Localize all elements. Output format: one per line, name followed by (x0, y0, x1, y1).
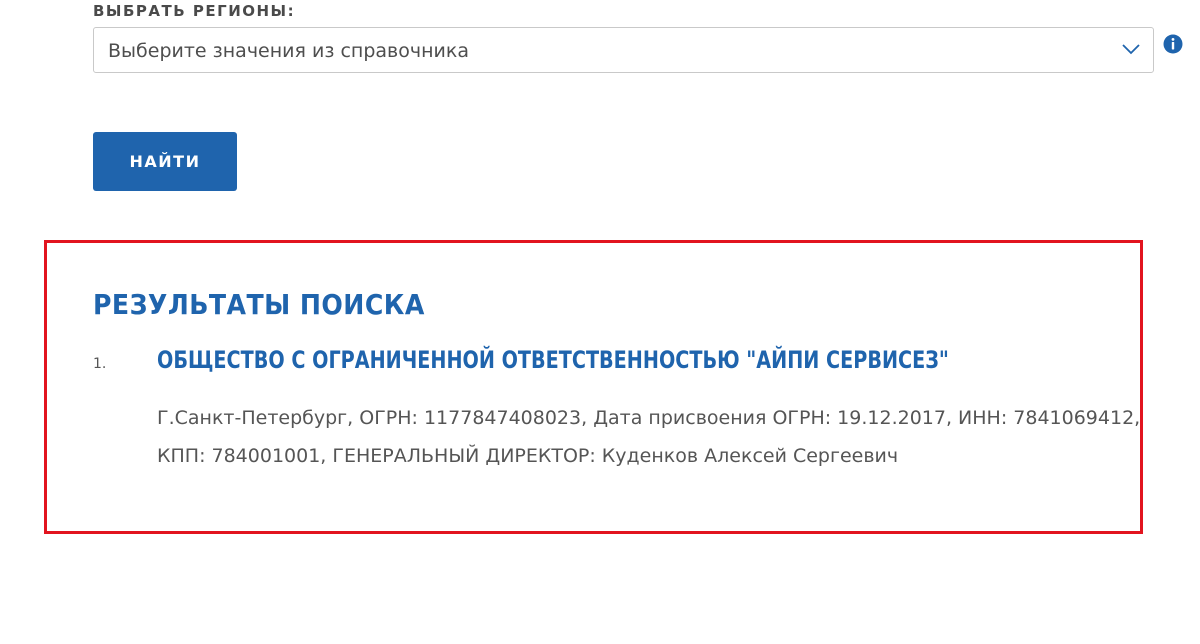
result-number: 1. (93, 356, 107, 372)
find-button[interactable]: НАЙТИ (93, 132, 237, 191)
result-company-link[interactable]: ОБЩЕСТВО С ОГРАНИЧЕННОЙ ОТВЕТСТВЕННОСТЬЮ… (157, 346, 949, 374)
info-icon[interactable] (1163, 34, 1183, 54)
regions-label: ВЫБРАТЬ РЕГИОНЫ: (93, 2, 296, 20)
result-details-line: КПП: 784001001, ГЕНЕРАЛЬНЫЙ ДИРЕКТОР: Ку… (157, 445, 899, 467)
regions-select[interactable]: Выберите значения из справочника (93, 27, 1154, 73)
results-title: РЕЗУЛЬТАТЫ ПОИСКА (93, 288, 425, 321)
regions-select-placeholder: Выберите значения из справочника (108, 40, 469, 62)
results-highlight-frame (44, 240, 1143, 534)
result-details-line: Г.Санкт-Петербург, ОГРН: 1177847408023, … (157, 407, 1141, 429)
chevron-down-icon[interactable] (1121, 42, 1141, 56)
page: ВЫБРАТЬ РЕГИОНЫ: Выберите значения из сп… (0, 0, 1200, 644)
result-details: Г.Санкт-Петербург, ОГРН: 1177847408023, … (157, 399, 1141, 475)
